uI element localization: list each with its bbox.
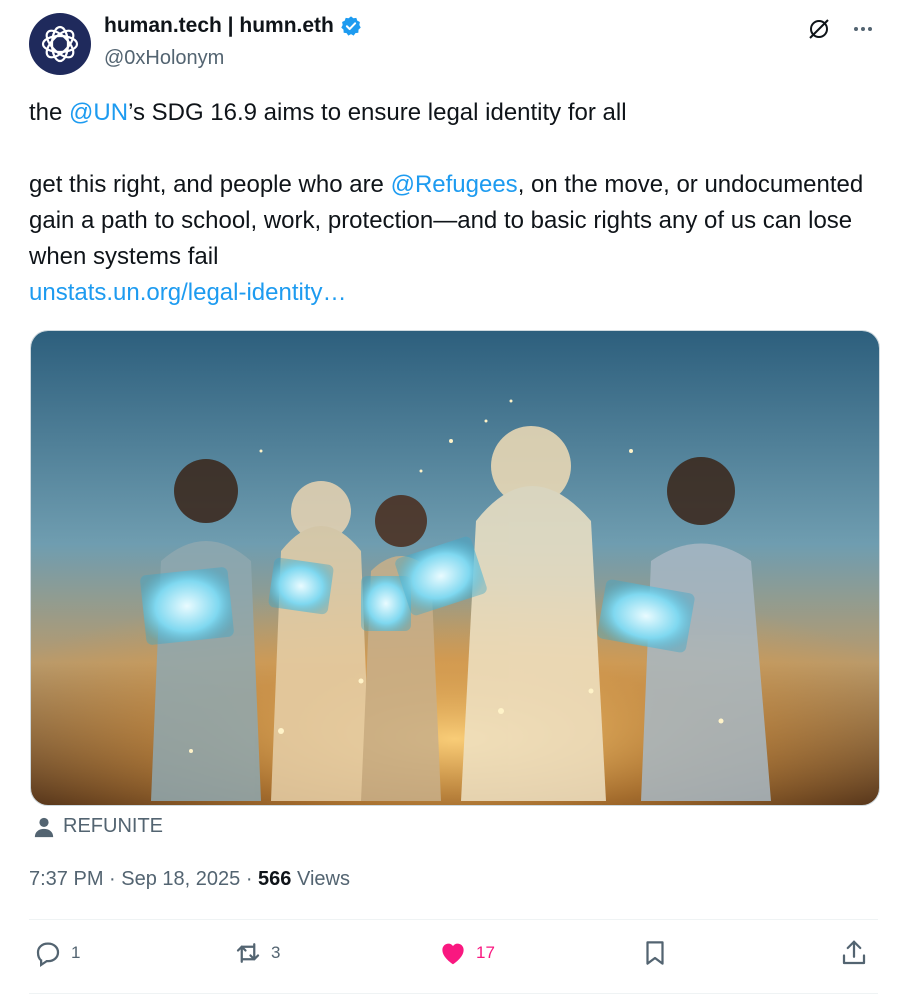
author-name[interactable]: human.tech | humn.eth — [104, 14, 334, 38]
repost-icon — [236, 943, 260, 963]
author-handle[interactable]: @0xHolonym — [104, 47, 224, 70]
mention-refugees[interactable]: @Refugees — [391, 171, 518, 198]
text-segment: get this right, and people who are — [29, 171, 391, 198]
top-actions — [806, 16, 876, 42]
meta-separator: · — [103, 868, 122, 890]
repost-count: 3 — [271, 943, 281, 962]
attribution-label[interactable]: REFUNITE — [63, 815, 163, 838]
text-segment: ’s SDG 16.9 aims to ensure legal identit… — [128, 99, 627, 126]
share-icon — [842, 940, 866, 965]
tweet-card: human.tech | humn.eth @0xHolonym the @UN… — [0, 0, 900, 1004]
external-link[interactable]: unstats.un.org/legal-identity… — [29, 279, 347, 306]
heart-filled-icon — [442, 943, 464, 965]
children-with-glowing-tablets-image — [31, 331, 879, 805]
reply-count: 1 — [71, 943, 81, 962]
tweet-date[interactable]: Sep 18, 2025 — [121, 868, 240, 890]
bookmark-icon — [646, 941, 664, 965]
views-label: Views — [291, 868, 350, 890]
verified-badge-icon — [341, 16, 361, 36]
meta-separator: · — [240, 868, 259, 890]
more-icon[interactable] — [850, 16, 876, 42]
like-button[interactable]: 17 — [438, 938, 495, 968]
views-count: 566 — [258, 868, 292, 890]
action-bar: 1 3 17 — [29, 938, 871, 978]
tweet-meta: 7:37 PM · Sep 18, 2025 · 566 Views — [29, 868, 350, 891]
reply-button[interactable]: 1 — [33, 938, 80, 968]
person-icon — [34, 817, 54, 837]
share-button[interactable] — [839, 938, 869, 968]
divider — [29, 993, 878, 994]
text-segment: the — [29, 99, 70, 126]
tweet-time[interactable]: 7:37 PM — [29, 868, 103, 890]
tweet-text: the @UN’s SDG 16.9 aims to ensure legal … — [29, 95, 869, 311]
author-name-row: human.tech | humn.eth — [104, 14, 362, 38]
divider — [29, 919, 878, 920]
mention-un[interactable]: @UN — [69, 99, 128, 126]
bookmark-button[interactable] — [640, 938, 670, 968]
globe-logo-icon — [41, 25, 79, 63]
repost-button[interactable]: 3 — [233, 938, 280, 968]
tweet-paragraph-2: get this right, and people who are @Refu… — [29, 167, 869, 275]
avatar[interactable] — [29, 13, 91, 75]
tweet-paragraph-1: the @UN’s SDG 16.9 aims to ensure legal … — [29, 95, 869, 131]
media-attribution: REFUNITE — [33, 815, 163, 838]
grok-icon[interactable] — [806, 16, 832, 42]
tweet-image[interactable] — [30, 330, 880, 806]
like-count: 17 — [476, 943, 495, 962]
reply-icon — [36, 942, 60, 967]
